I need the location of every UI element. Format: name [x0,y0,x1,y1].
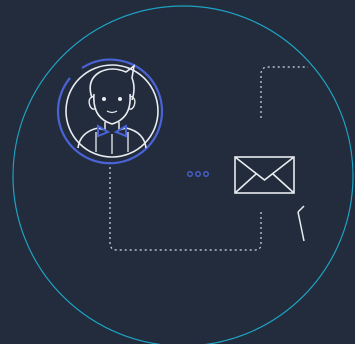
avatar-hair [89,64,136,101]
dotted-connectors [109,66,308,251]
connector-top-right [260,66,308,118]
ellipsis-icon [187,171,209,177]
envelope-body [234,156,295,194]
connector-bottom-loop [109,162,262,251]
outer-ring [12,5,354,344]
ellipsis-dot-2 [195,171,201,177]
avatar-accent-arc [56,77,164,165]
ellipsis-dot-1 [187,171,193,177]
envelope-fold-left [234,173,257,194]
avatar-mouth [106,110,118,114]
cursor-head [297,205,305,213]
cursor-shaft [297,211,305,242]
avatar-eye-right [118,97,122,101]
email-contact-illustration [12,5,354,344]
envelope-fold-right [272,173,295,194]
ellipsis-dot-3 [203,171,209,177]
envelope-flap [234,156,295,182]
avatar-eye-left [102,97,106,101]
envelope-icon [234,156,295,194]
user-avatar-icon [56,58,164,165]
avatar-face [93,93,131,125]
illustration-stage [0,0,355,344]
pointer-cursor-icon [297,205,305,242]
